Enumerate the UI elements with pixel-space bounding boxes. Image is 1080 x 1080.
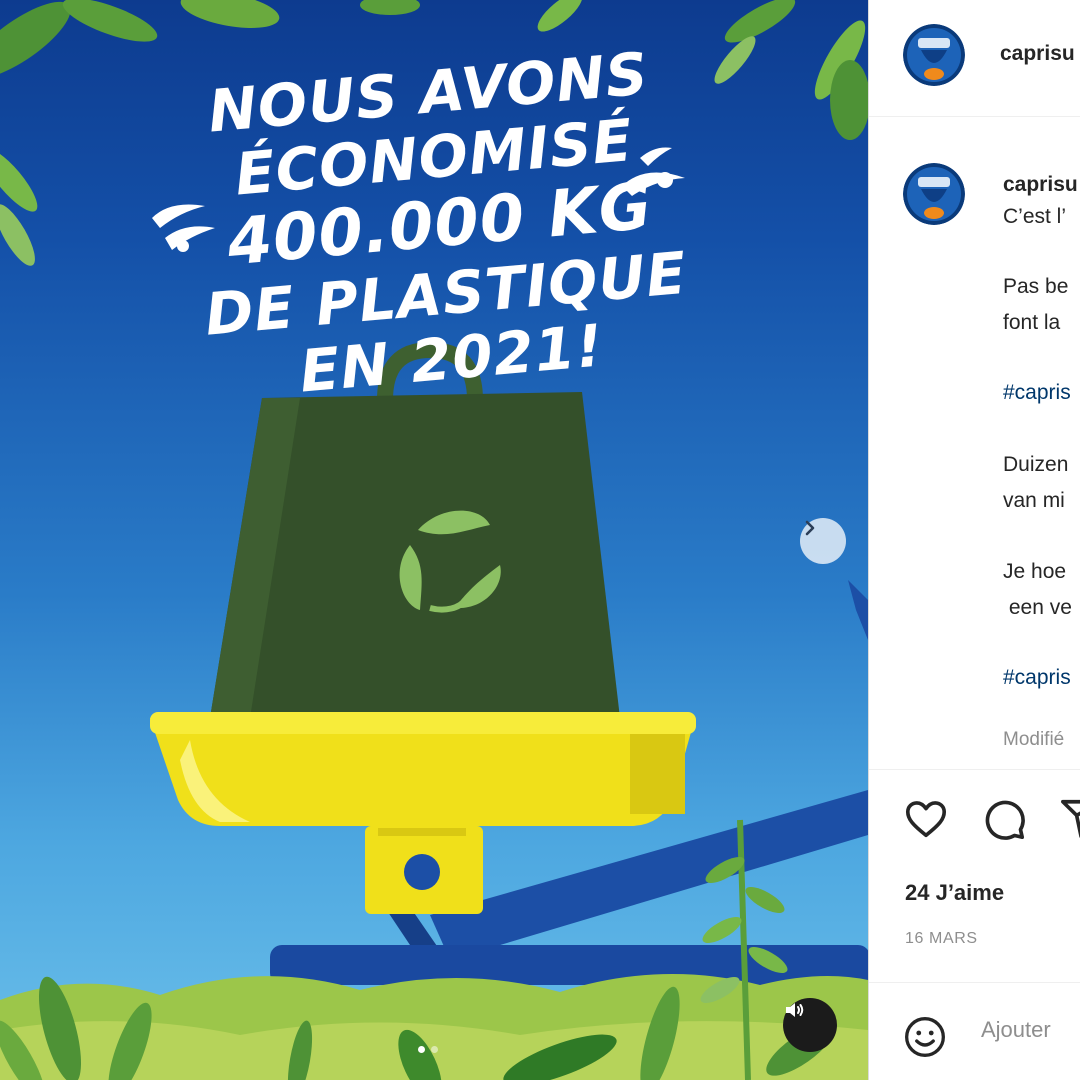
smiley-icon: [905, 1017, 945, 1057]
caption-line: font la: [1003, 311, 1061, 334]
sound-toggle-button[interactable]: [783, 998, 837, 1052]
post-headline: NOUS AVONS ÉCONOMISÉ 400.000 KG DE PLAST…: [47, 28, 833, 424]
chevron-right-icon: [805, 520, 815, 536]
heart-icon: [905, 801, 947, 838]
carousel-next-button[interactable]: [800, 518, 846, 564]
caption-line: Je hoe: [1003, 560, 1067, 583]
speaker-icon: [786, 1003, 804, 1017]
avatar[interactable]: [903, 24, 965, 86]
carousel-dot: [418, 1046, 425, 1053]
caption-line: C’est l’: [1003, 205, 1067, 228]
caption-hashtag[interactable]: #capris: [1003, 666, 1071, 690]
comment-box: [869, 982, 1080, 1080]
comment-bubble-icon: [985, 800, 1025, 840]
edited-label: Modifié: [1003, 729, 1065, 750]
comment-button[interactable]: [981, 796, 1027, 847]
carousel-indicator: [418, 1046, 438, 1053]
post-username[interactable]: caprisu: [1000, 42, 1075, 66]
caption-line: Duizen: [1003, 453, 1069, 476]
share-button[interactable]: [1059, 796, 1080, 847]
caption-line: een ve: [1003, 596, 1072, 619]
paper-plane-icon: [1061, 799, 1080, 838]
avatar[interactable]: [903, 163, 965, 225]
emoji-button[interactable]: [903, 1015, 947, 1064]
carousel-dot: [431, 1046, 438, 1053]
comment-input[interactable]: [981, 1017, 1080, 1043]
caption-hashtag[interactable]: #capris: [1003, 381, 1071, 405]
post-sidebar: caprisu caprisu C’est l’ Pas be font la …: [868, 0, 1080, 1080]
action-bar: [869, 768, 1080, 858]
caption-line: van mi: [1003, 489, 1065, 512]
likes-count[interactable]: 24 J’aime: [905, 880, 1004, 906]
caption-area: caprisu C’est l’ Pas be font la #capris …: [869, 117, 1080, 770]
post-header: caprisu: [869, 0, 1080, 117]
post-image[interactable]: NOUS AVONS ÉCONOMISÉ 400.000 KG DE PLAST…: [0, 0, 868, 1080]
post-date: 16 MARS: [905, 930, 978, 947]
like-button[interactable]: [903, 796, 949, 847]
caption-username[interactable]: caprisu: [1003, 173, 1078, 197]
caption-line: Pas be: [1003, 275, 1069, 298]
